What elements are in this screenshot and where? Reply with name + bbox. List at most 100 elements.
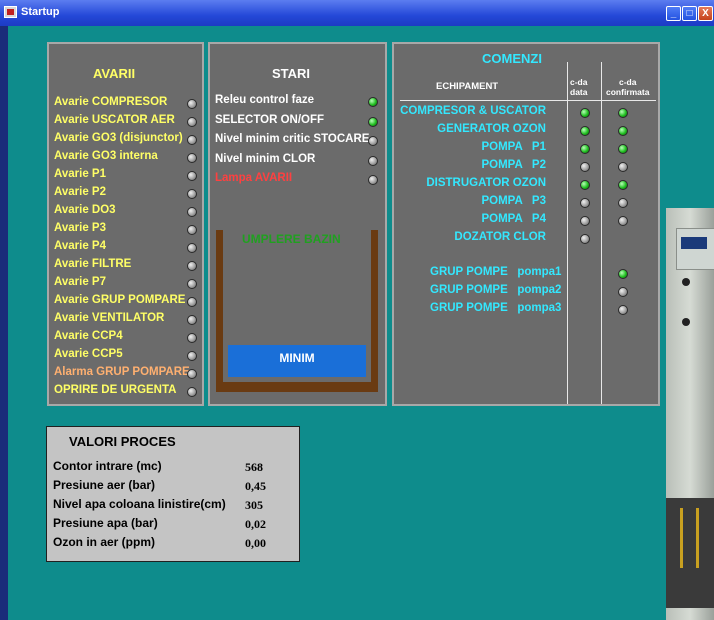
process-value-label: Ozon in aer (ppm) [53,535,155,549]
equipment-command-button[interactable]: COMPRESOR & USCATOR [400,105,546,117]
status-led-icon [187,261,197,271]
valori-title: VALORI PROCES [69,434,176,449]
status-led-icon [187,171,197,181]
status-led-icon [368,175,378,185]
maximize-button[interactable]: □ [682,6,697,21]
equipment-command-button[interactable]: DISTRUGATOR OZON [426,177,546,189]
window-border [0,26,8,620]
pump-group-label[interactable]: GRUP POMPE pompa1 [430,266,561,278]
confirm-led-icon [618,126,628,136]
confirm-led-icon [618,162,628,172]
avarii-item-label: Alarma GRUP POMPARE [54,366,190,378]
header-divider [400,100,656,101]
comenzi-panel: COMENZI ECHIPAMENT c-da data c-da confir… [392,42,660,406]
process-value-label: Presiune aer (bar) [53,478,156,492]
equipment-command-button[interactable]: POMPA P4 [481,213,546,225]
status-led-icon [187,387,197,397]
confirm-led-icon [618,287,628,297]
col-equipment-header: ECHIPAMENT [436,81,499,92]
equipment-photo [666,208,714,620]
avarii-item-label: Avarie P1 [54,168,106,180]
avarii-title: AVARII [93,66,136,81]
process-value: 568 [245,460,263,474]
avarii-item-label: Avarie FILTRE [54,258,132,270]
minimize-button[interactable]: _ [666,6,681,21]
cabinet-knob-1 [682,278,690,286]
stari-title: STARI [272,66,311,81]
cabinet-screen [681,237,707,249]
tank-wall-right [371,230,378,392]
avarii-item-label: Avarie P3 [54,222,106,234]
confirm-led-icon [618,198,628,208]
avarii-item-label: Avarie CCP4 [54,330,123,342]
command-led-icon[interactable] [580,180,590,190]
stari-panel: STARI Releu control faze SELECTOR ON/OFF N… [208,42,387,406]
process-value-label: Nivel apa coloana linistire(cm) [53,497,226,511]
col-confirm-header: c-da confirmata [606,77,650,97]
command-led-icon[interactable] [580,144,590,154]
command-led-icon[interactable] [580,198,590,208]
avarii-panel: AVARII Avarie COMPRESOR Avarie USCATOR AE… [47,42,204,406]
status-led-icon [187,279,197,289]
status-led-icon [187,369,197,379]
valori-panel: VALORI PROCES Contor intrare (mc) 568 Pres… [46,426,300,562]
avarii-item-label: Avarie COMPRESOR [54,96,168,108]
confirm-led-icon [618,144,628,154]
stari-item-label: Nivel minim critic STOCARE [215,133,370,145]
command-led-icon[interactable] [580,234,590,244]
status-led-icon [187,297,197,307]
avarii-item-label: Avarie P4 [54,240,106,252]
window-title: Startup [21,6,60,18]
cabinet-wire [696,508,699,568]
process-value: 0,02 [245,517,266,531]
status-led-icon [368,97,378,107]
process-value-label: Contor intrare (mc) [53,459,162,473]
status-led-icon [187,333,197,343]
col-divider-1 [567,62,568,404]
confirm-led-icon [618,269,628,279]
command-led-icon[interactable] [580,162,590,172]
status-led-icon [368,116,378,127]
equipment-command-button[interactable]: POMPA P3 [481,195,546,207]
status-led-icon [187,189,197,199]
tank-wall-left [216,230,223,392]
status-led-icon [187,243,197,253]
cabinet-wire [680,508,683,568]
command-led-icon[interactable] [580,108,590,118]
col-cmd-header: c-da data [570,77,588,97]
avarii-item-label: Avarie DO3 [54,204,116,216]
cabinet-wiring [666,498,714,608]
col-divider-2 [601,62,602,404]
status-led-icon [187,351,197,361]
equipment-command-button[interactable]: GENERATOR OZON [437,123,546,135]
pump-group-label[interactable]: GRUP POMPE pompa3 [430,302,561,314]
close-button[interactable]: X [698,6,713,21]
window-titlebar[interactable]: Startup _ □ X [0,0,714,26]
pump-group-label[interactable]: GRUP POMPE pompa2 [430,284,561,296]
confirm-led-icon [618,305,628,315]
avarii-item-label: Avarie GO3 interna [54,150,158,162]
avarii-item-label: Avarie P2 [54,186,106,198]
stari-item-label: Nivel minim CLOR [215,152,316,165]
confirm-led-icon [618,108,628,118]
equipment-command-button[interactable]: POMPA P2 [481,159,546,171]
cabinet-knob-2 [682,318,690,326]
status-led-icon [368,136,378,146]
process-value: 0,45 [245,479,266,493]
stari-item-label: SELECTOR ON/OFF [215,113,325,126]
app-icon[interactable] [4,6,17,18]
status-led-icon [187,117,197,127]
equipment-command-button[interactable]: DOZATOR CLOR [454,231,546,243]
tank-fill-label: UMPLERE BAZIN [242,232,341,246]
status-led-icon [368,155,378,166]
command-led-icon[interactable] [580,216,590,226]
process-value: 305 [245,498,263,512]
equipment-command-button[interactable]: POMPA P1 [481,141,546,153]
command-led-icon[interactable] [580,126,590,136]
tank-floor [216,382,378,392]
avarii-item-label: Avarie CCP5 [54,348,123,360]
stari-item-label: Lampa AVARII [215,172,293,184]
status-led-icon [187,153,197,163]
status-led-icon [187,99,197,109]
avarii-item-label: Avarie USCATOR AER [54,114,175,126]
